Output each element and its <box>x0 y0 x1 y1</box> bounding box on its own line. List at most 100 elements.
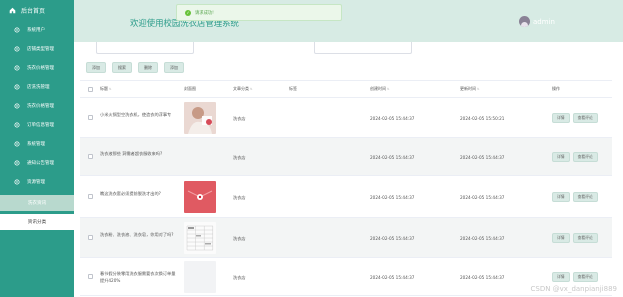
toolbar-button[interactable]: 删除 <box>138 62 158 73</box>
toolbar-button[interactable]: 添加 <box>164 62 184 73</box>
table-row[interactable]: 小米火锅型空洗衣机，使造衣的浮事专 洗衣店 2024-02-05 15:44:37 2… <box>80 98 612 138</box>
watermark: CSDN @vx_danpianji889 <box>530 285 617 293</box>
cell-category: 洗衣店 <box>233 274 246 280</box>
col-header-title[interactable]: 标题⇅ <box>100 86 112 92</box>
cover-image <box>184 102 216 134</box>
cell-updated: 2024-02-05 15:44:37 <box>460 274 505 280</box>
detail-button[interactable]: 详情 <box>552 113 570 123</box>
cell-updated: 2024-02-05 15:44:37 <box>460 154 505 160</box>
table-row[interactable]: 洗衣粉、洗衣液、洗衣皂，你用对了吗? 洗衣店 2024-02-05 15:44:37… <box>80 218 612 258</box>
sidebar-home[interactable]: 后台首页 <box>0 0 74 20</box>
sidebar-item-label: 资源管理 <box>27 179 45 185</box>
cell-updated: 2024-02-05 15:50:21 <box>460 115 505 121</box>
row-checkbox[interactable] <box>88 235 93 240</box>
cell-category: 洗衣店 <box>233 194 246 200</box>
avatar <box>519 16 530 27</box>
search-bar <box>74 42 623 58</box>
view-comments-button[interactable]: 查看评论 <box>572 152 598 162</box>
cell-created: 2024-02-05 15:44:37 <box>370 194 415 200</box>
row-checkbox[interactable] <box>88 115 93 120</box>
detail-button[interactable]: 详情 <box>552 192 570 202</box>
menu-icon <box>14 178 20 185</box>
view-comments-button[interactable]: 查看评论 <box>572 272 598 282</box>
sidebar-subitem[interactable]: 洗衣资讯 <box>0 195 74 211</box>
sidebar-item[interactable]: 洗衣价格管理 <box>0 58 74 77</box>
cell-title: 春节假分装零用洗衣服需要衣次换订单量提升420% <box>100 271 176 283</box>
menu-icon <box>14 83 20 90</box>
data-table: 标题⇅ 封面图 文章分类⇅ 标签 创建时间⇅ 更新时间⇅ 操作 小米火锅型空洗衣… <box>80 80 612 296</box>
row-checkbox[interactable] <box>88 154 93 159</box>
row-actions: 详情 查看评论 <box>552 272 598 282</box>
row-actions: 详情 查看评论 <box>552 192 598 202</box>
sidebar-item[interactable]: 通知公告管理 <box>0 153 74 172</box>
sidebar-home-label: 后台首页 <box>21 7 46 15</box>
menu-icon <box>14 102 20 109</box>
sidebar-item[interactable]: 店洗洗管理 <box>0 77 74 96</box>
sidebar-item-label: 系统管理 <box>27 141 45 147</box>
menu-icon <box>14 121 20 128</box>
sidebar-item[interactable]: 系统用户 <box>0 20 74 39</box>
col-header-actions: 操作 <box>552 86 560 91</box>
table-row[interactable]: 洗衣液那些 洞需者超衣服收来吗? 洗衣店 2024-02-05 15:44:37 20… <box>80 138 612 176</box>
sidebar-item-label: 店铺类型管理 <box>27 46 54 52</box>
row-actions: 详情 查看评论 <box>552 152 598 162</box>
search-input[interactable] <box>314 42 412 54</box>
toolbar-button[interactable]: 搜索 <box>112 62 132 73</box>
search-input[interactable] <box>96 42 194 54</box>
sidebar: 后台首页 系统用户 店铺类型管理 洗衣价格管理 店洗洗管理 洗衣价格管理 订单信息管理 系统… <box>0 0 74 297</box>
view-comments-button[interactable]: 查看评论 <box>572 233 598 243</box>
sidebar-item[interactable]: 店铺类型管理 <box>0 39 74 58</box>
col-header-created[interactable]: 创建时间⇅ <box>370 86 390 92</box>
sidebar-item[interactable]: 资源管理 <box>0 172 74 191</box>
detail-button[interactable]: 详情 <box>552 233 570 243</box>
menu-icon <box>14 45 20 52</box>
toolbar-button[interactable]: 添加 <box>86 62 106 73</box>
col-header-updated[interactable]: 更新时间⇅ <box>460 86 480 92</box>
cell-created: 2024-02-05 15:44:37 <box>370 115 415 121</box>
col-header-cover: 封面图 <box>184 86 196 91</box>
cell-title: 瞧这洗衣套必须提前脱洗才出的? <box>100 191 161 196</box>
row-actions: 详情 查看评论 <box>552 233 598 243</box>
row-actions: 详情 查看评论 <box>552 113 598 123</box>
sidebar-item[interactable]: 订单信息管理 <box>0 115 74 134</box>
cell-created: 2024-02-05 15:44:37 <box>370 274 415 280</box>
detail-button[interactable]: 详情 <box>552 272 570 282</box>
view-comments-button[interactable]: 查看评论 <box>572 113 598 123</box>
view-comments-button[interactable]: 查看评论 <box>572 192 598 202</box>
sidebar-item-label: 洗衣价格管理 <box>27 103 54 109</box>
row-checkbox[interactable] <box>88 274 93 279</box>
sidebar-item-label: 通知公告管理 <box>27 160 54 166</box>
sidebar-item[interactable]: 系统管理 <box>0 134 74 153</box>
menu-icon <box>14 140 20 147</box>
cover-image <box>184 181 216 213</box>
top-header: 欢迎使用校园洗衣店管理系统 admin <box>74 0 623 42</box>
sidebar-subitem-label: 资讯分类 <box>27 220 47 225</box>
menu-icon <box>14 26 20 33</box>
menu-icon <box>14 64 20 71</box>
toast-message: 请求成功! <box>195 10 214 16</box>
user-menu[interactable]: admin <box>519 16 555 27</box>
cell-updated: 2024-02-05 15:44:37 <box>460 235 505 241</box>
cell-created: 2024-02-05 15:44:37 <box>370 154 415 160</box>
username: admin <box>533 17 555 26</box>
cell-category: 洗衣店 <box>233 235 246 241</box>
sidebar-item-label: 店洗洗管理 <box>27 84 50 90</box>
sidebar-item-label: 订单信息管理 <box>27 122 54 128</box>
col-header-category[interactable]: 文章分类⇅ <box>233 86 253 92</box>
detail-button[interactable]: 详情 <box>552 152 570 162</box>
cover-image <box>184 261 216 293</box>
success-toast: ✓ 请求成功! <box>176 4 342 21</box>
row-checkbox[interactable] <box>88 194 93 199</box>
sidebar-item-label: 洗衣价格管理 <box>27 65 54 71</box>
table-row[interactable]: 瞧这洗衣套必须提前脱洗才出的? 洗衣店 2024-02-05 15:44:37 202… <box>80 176 612 218</box>
sidebar-subitem-label: 洗衣资讯 <box>27 201 47 206</box>
cell-category: 洗衣店 <box>233 115 246 121</box>
home-icon <box>9 7 16 13</box>
check-circle-icon: ✓ <box>185 9 191 16</box>
sidebar-item[interactable]: 洗衣价格管理 <box>0 96 74 115</box>
table-header: 标题⇅ 封面图 文章分类⇅ 标签 创建时间⇅ 更新时间⇅ 操作 <box>80 81 612 98</box>
sidebar-subitem[interactable]: 资讯分类 <box>0 214 74 230</box>
menu-icon <box>14 159 20 166</box>
select-all-checkbox[interactable] <box>88 87 93 92</box>
toolbar: 添加 搜索 删除 添加 <box>86 62 184 73</box>
